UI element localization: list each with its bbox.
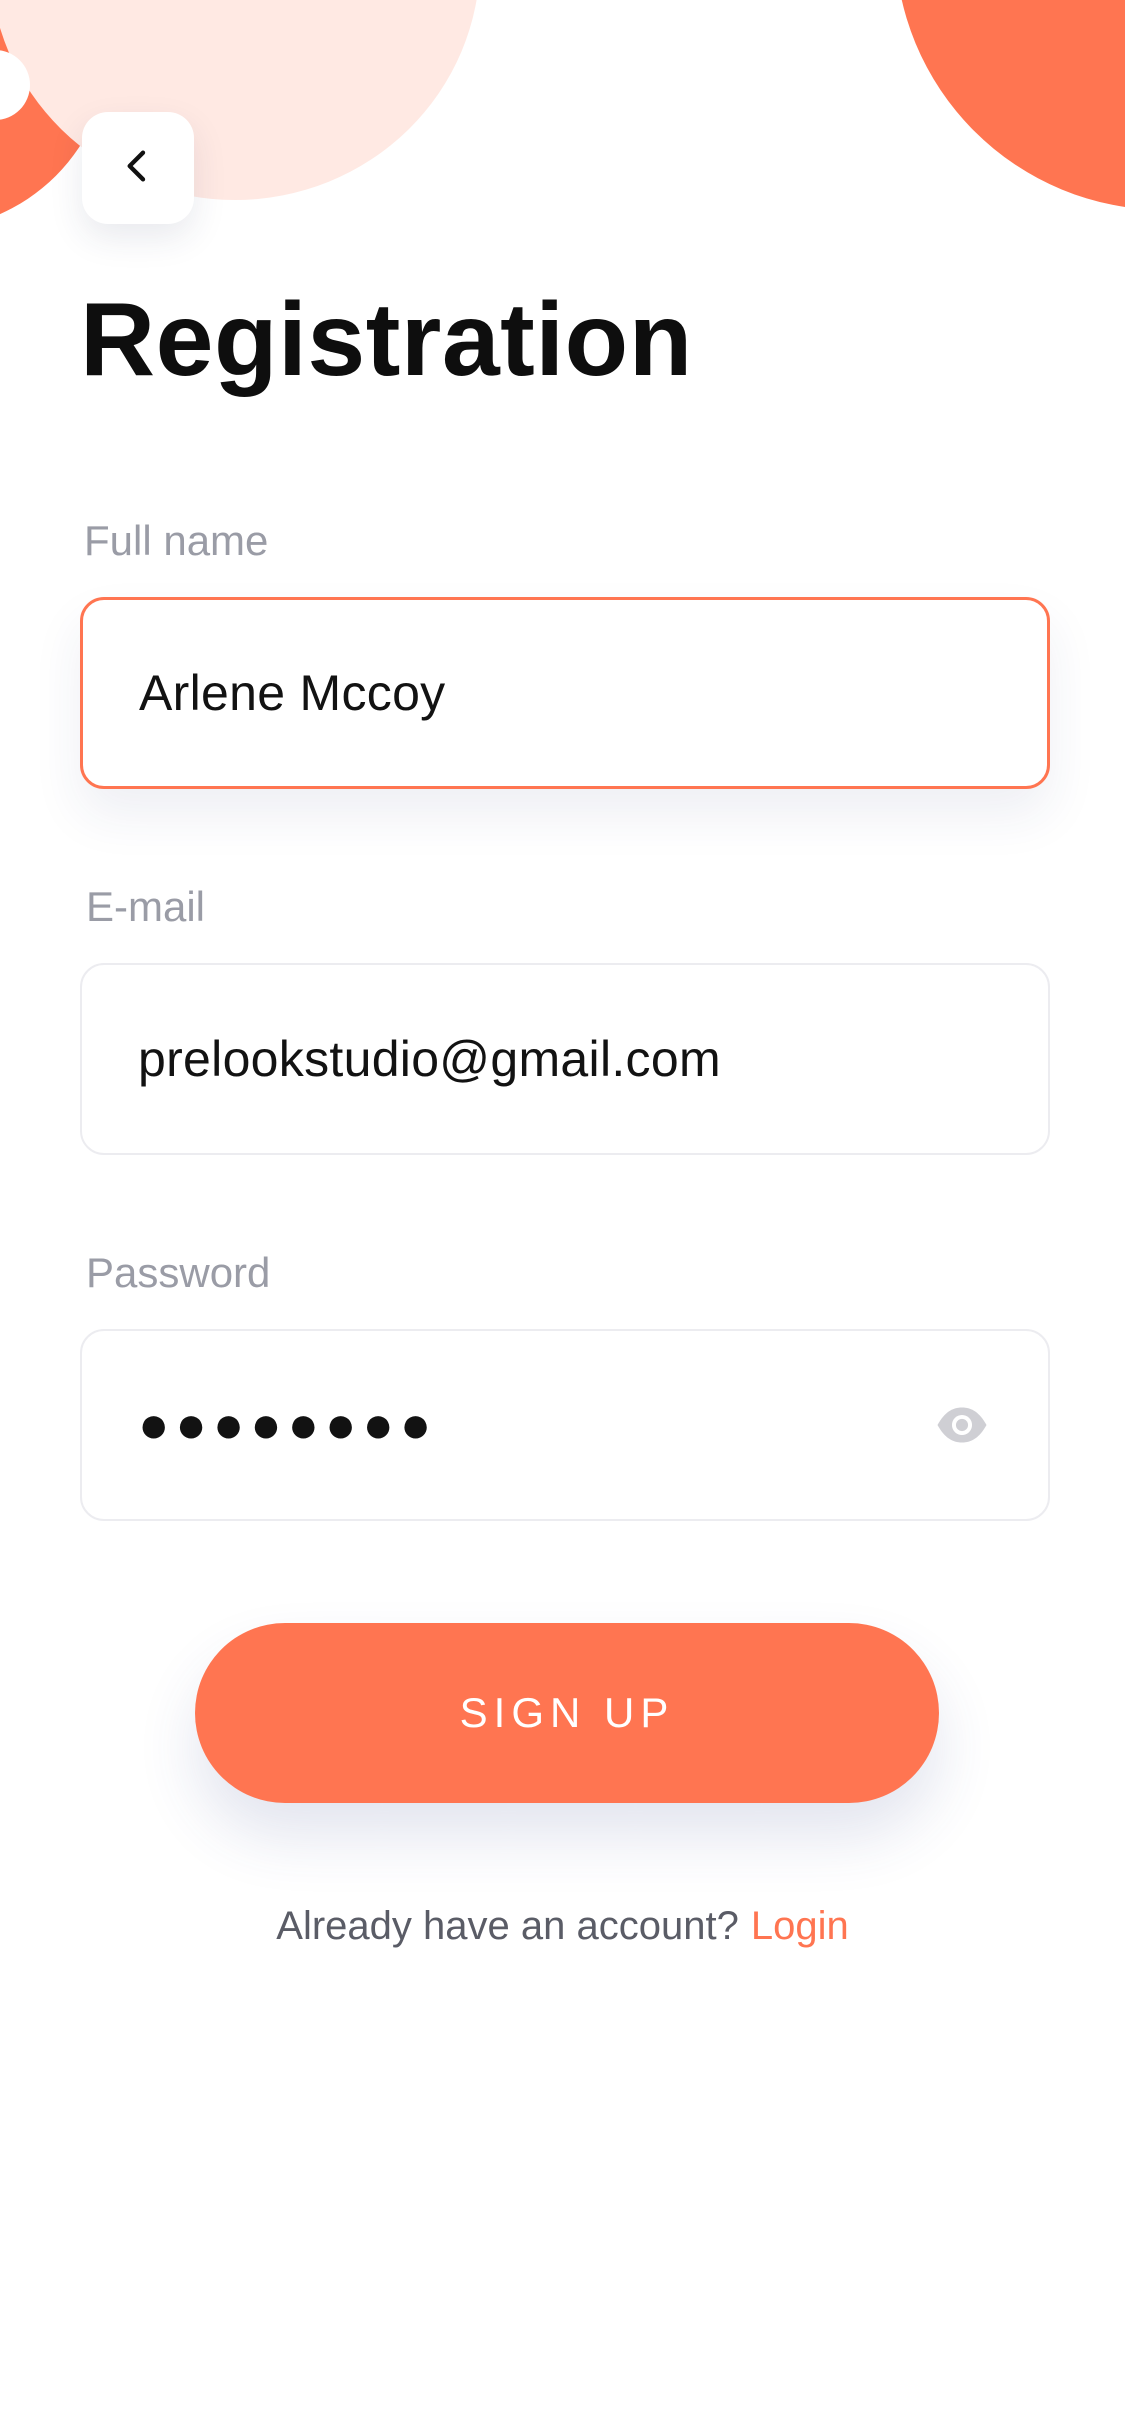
decor-circle-orange-right (895, 0, 1125, 210)
full-name-input[interactable] (139, 664, 991, 722)
email-field[interactable] (80, 963, 1050, 1155)
login-link[interactable]: Login (751, 1904, 849, 1948)
login-prompt: Already have an account? Login (0, 1906, 1125, 1946)
registration-screen: Registration Full name E-mail Password ●… (0, 0, 1125, 2436)
login-prompt-text: Already have an account? (276, 1904, 739, 1948)
full-name-field[interactable] (80, 597, 1050, 789)
password-field[interactable]: ●●●●●●●● (80, 1329, 1050, 1521)
decor-circle-peach (0, 0, 480, 200)
email-label: E-mail (86, 883, 206, 930)
show-password-toggle[interactable] (932, 1395, 992, 1455)
password-input[interactable]: ●●●●●●●● (138, 1399, 932, 1451)
sign-up-label: SIGN UP (459, 1689, 675, 1736)
password-label: Password (86, 1249, 271, 1296)
email-input[interactable] (138, 1030, 992, 1088)
back-button[interactable] (82, 112, 194, 224)
full-name-label: Full name (84, 517, 269, 564)
sign-up-button[interactable]: SIGN UP (195, 1623, 939, 1803)
chevron-left-icon (118, 146, 158, 191)
eye-icon (937, 1407, 987, 1443)
page-title: Registration (80, 282, 693, 398)
